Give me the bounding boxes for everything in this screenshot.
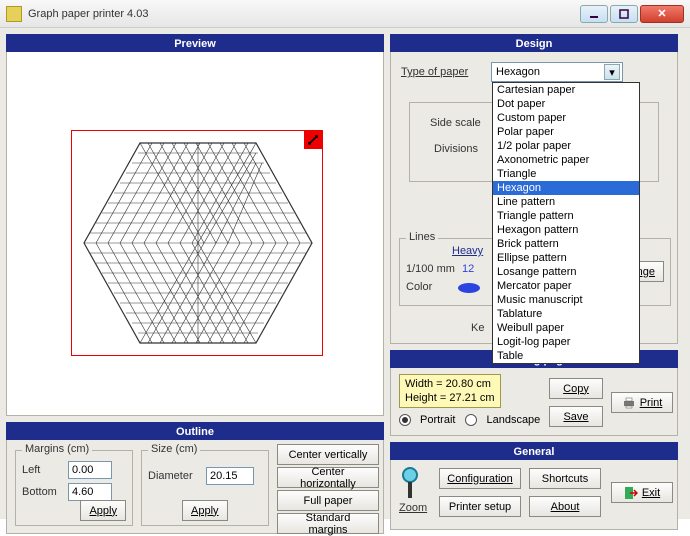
shortcuts-button[interactable]: Shortcuts: [529, 468, 601, 489]
diameter-label: Diameter: [148, 470, 200, 482]
copy-button[interactable]: Copy: [549, 378, 603, 399]
general-header: General: [390, 442, 678, 460]
general-panel: Zoom Configuration Printer setup Shortcu…: [390, 460, 678, 530]
paper-type-option[interactable]: Line pattern: [493, 195, 639, 209]
paper-type-option[interactable]: Mercator paper: [493, 279, 639, 293]
page-width: Width = 20.80 cm: [405, 377, 495, 391]
paper-type-option[interactable]: Logit-log paper: [493, 335, 639, 349]
paper-type-option[interactable]: Axonometric paper: [493, 153, 639, 167]
diameter-input[interactable]: [206, 467, 254, 485]
divisions-label: Divisions: [434, 143, 478, 155]
paper-type-option[interactable]: Hexagon pattern: [493, 223, 639, 237]
mm-label: 1/100 mm: [406, 263, 455, 275]
full-paper-button[interactable]: Full paper: [277, 490, 379, 511]
paper-type-option[interactable]: 1/2 polar paper: [493, 139, 639, 153]
size-group-title: Size (cm): [148, 443, 200, 455]
magnifier-icon[interactable]: [399, 466, 421, 500]
color-label: Color: [406, 281, 432, 293]
portrait-radio[interactable]: Portrait: [399, 414, 455, 426]
center-vertically-button[interactable]: Center vertically: [277, 444, 379, 465]
left-label: Left: [22, 464, 62, 476]
paper-type-option[interactable]: Cartesian paper: [493, 83, 639, 97]
heavy-label: Heavy: [452, 245, 483, 257]
size-apply-button[interactable]: Apply: [182, 500, 228, 521]
lines-group-title: Lines: [406, 231, 438, 243]
paper-type-option[interactable]: Dot paper: [493, 97, 639, 111]
margin-left-input[interactable]: [68, 461, 112, 479]
printer-setup-button[interactable]: Printer setup: [439, 496, 521, 517]
paper-type-option[interactable]: Triangle: [493, 167, 639, 181]
hexagon-preview: [82, 137, 314, 349]
chevron-down-icon[interactable]: ▾: [604, 64, 620, 80]
paper-type-option[interactable]: Brick pattern: [493, 237, 639, 251]
paper-type-option[interactable]: Losange pattern: [493, 265, 639, 279]
paper-type-option[interactable]: Polar paper: [493, 125, 639, 139]
mm-value: 12: [462, 263, 474, 275]
app-icon: [6, 6, 22, 22]
zoom-label[interactable]: Zoom: [399, 502, 427, 514]
preview-header: Preview: [6, 34, 384, 52]
margin-bottom-input[interactable]: [68, 483, 112, 501]
side-scale-label: Side scale: [430, 117, 481, 129]
maximize-button[interactable]: [610, 5, 638, 23]
standard-margins-button[interactable]: Standard margins: [277, 513, 379, 534]
outline-header: Outline: [6, 422, 384, 440]
ke-label: Ke: [471, 322, 484, 334]
titlebar: Graph paper printer 4.03 ✕: [0, 0, 690, 28]
paper-type-combo[interactable]: Hexagon ▾ Cartesian paperDot paperCustom…: [491, 62, 623, 82]
minimize-button[interactable]: [580, 5, 608, 23]
configuration-button[interactable]: Configuration: [439, 468, 521, 489]
color-swatch[interactable]: [458, 283, 480, 293]
paper-type-value: Hexagon: [496, 66, 540, 78]
margins-apply-button[interactable]: Apply: [80, 500, 126, 521]
page-dimensions-box: Width = 20.80 cm Height = 27.21 cm: [399, 374, 501, 408]
print-button[interactable]: Print: [611, 392, 673, 413]
printing-panel: Width = 20.80 cm Height = 27.21 cm Portr…: [390, 368, 678, 436]
size-group: Size (cm) Diameter Apply: [141, 450, 269, 526]
close-button[interactable]: ✕: [640, 5, 684, 23]
printer-icon: [622, 397, 636, 409]
page-height: Height = 27.21 cm: [405, 391, 495, 405]
window-title: Graph paper printer 4.03: [28, 8, 580, 20]
exit-icon: [624, 486, 638, 500]
paper-type-dropdown[interactable]: Cartesian paperDot paperCustom paperPola…: [492, 82, 640, 364]
paper-type-option[interactable]: Tablature: [493, 307, 639, 321]
margins-group-title: Margins (cm): [22, 443, 92, 455]
paper-type-option[interactable]: Hexagon: [493, 181, 639, 195]
margins-group: Margins (cm) Left Bottom Apply: [15, 450, 133, 526]
design-header: Design: [390, 34, 678, 52]
preview-pane: [6, 52, 384, 416]
paper-type-option[interactable]: Ellipse pattern: [493, 251, 639, 265]
design-panel: Type of paper Hexagon ▾ Cartesian paperD…: [390, 52, 678, 344]
type-of-paper-label: Type of paper: [401, 66, 485, 78]
exit-button[interactable]: Exit: [611, 482, 673, 503]
paper-outline: [71, 130, 323, 356]
bottom-label: Bottom: [22, 486, 62, 498]
about-button[interactable]: About: [529, 496, 601, 517]
center-horizontally-button[interactable]: Center horizontally: [277, 467, 379, 488]
paper-type-option[interactable]: Triangle pattern: [493, 209, 639, 223]
paper-type-option[interactable]: Music manuscript: [493, 293, 639, 307]
paper-type-option[interactable]: Custom paper: [493, 111, 639, 125]
landscape-radio[interactable]: Landscape: [465, 414, 540, 426]
save-button[interactable]: Save: [549, 406, 603, 427]
paper-type-option[interactable]: Table: [493, 349, 639, 363]
outline-panel: Margins (cm) Left Bottom Apply Size (cm)…: [6, 440, 384, 534]
paper-type-option[interactable]: Weibull paper: [493, 321, 639, 335]
